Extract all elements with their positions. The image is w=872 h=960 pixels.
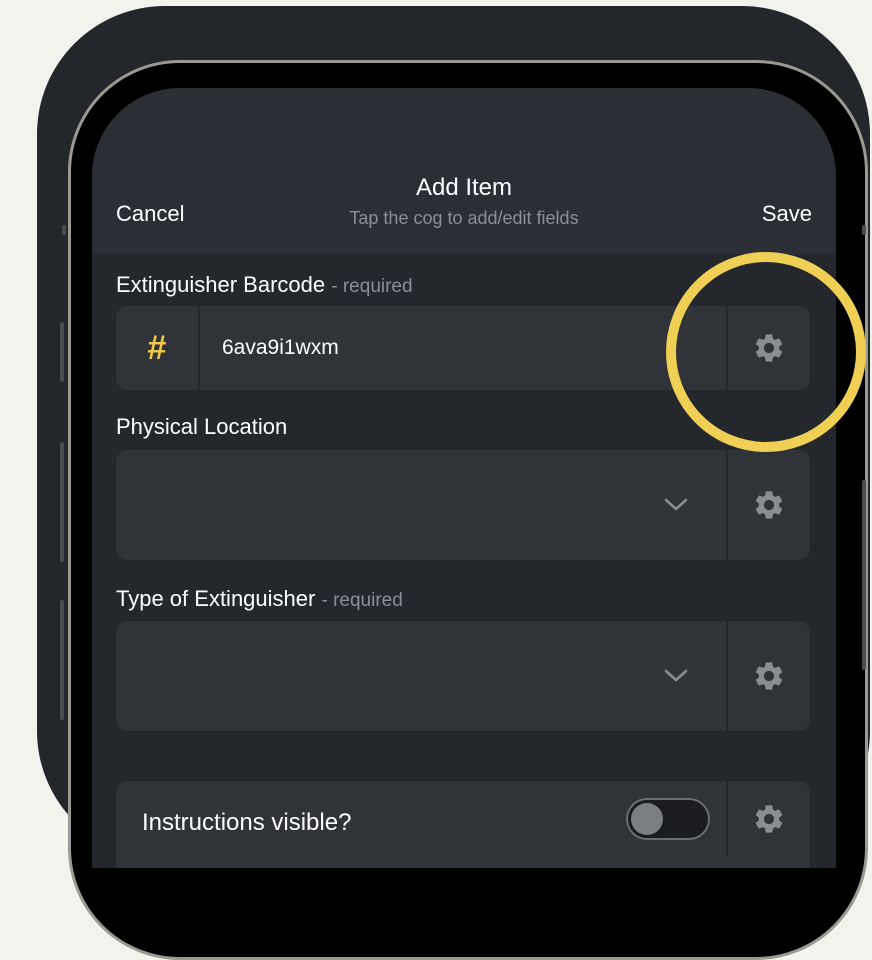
phone-power-top (862, 225, 866, 235)
location-settings-button[interactable] (726, 450, 810, 560)
type-field[interactable] (116, 621, 810, 731)
gear-icon (755, 662, 783, 690)
gear-icon (755, 491, 783, 519)
required-suffix: - required (331, 276, 413, 297)
location-field[interactable] (116, 450, 810, 560)
toggle-knob (631, 803, 663, 835)
instructions-label: Instructions visible? (142, 809, 352, 836)
phone-volume-up (60, 322, 64, 382)
barcode-input[interactable]: 6ava9i1wxm (222, 306, 339, 390)
save-button[interactable]: Save (762, 201, 812, 227)
type-settings-button[interactable] (726, 621, 810, 731)
barcode-label-text: Extinguisher Barcode (116, 272, 326, 297)
location-field-label: Physical Location (116, 414, 288, 439)
app-screen: Cancel Add Item Tap the cog to add/edit … (92, 88, 836, 868)
type-label-text: Type of Extinguisher (116, 586, 316, 611)
page-subtitle: Tap the cog to add/edit fields (349, 208, 579, 228)
hash-icon: # (116, 306, 200, 390)
instructions-settings-button[interactable] (726, 781, 810, 857)
phone-silent-switch (60, 600, 64, 720)
phone-volume-down (60, 442, 64, 562)
instructions-toggle[interactable] (626, 798, 710, 840)
navigation-bar: Cancel Add Item Tap the cog to add/edit … (92, 88, 836, 254)
chevron-down-icon (664, 669, 688, 682)
chevron-down-icon (664, 498, 688, 511)
highlight-circle (666, 252, 866, 452)
barcode-field-label: Extinguisher Barcode - required (116, 272, 413, 298)
phone-power-button (862, 480, 866, 670)
phone-side-button (62, 225, 66, 235)
gear-icon (755, 805, 783, 833)
required-suffix: - required (321, 590, 403, 611)
type-field-label: Type of Extinguisher - required (116, 586, 403, 612)
page-title: Add Item (415, 174, 513, 201)
instructions-row: Instructions visible? (116, 781, 810, 868)
